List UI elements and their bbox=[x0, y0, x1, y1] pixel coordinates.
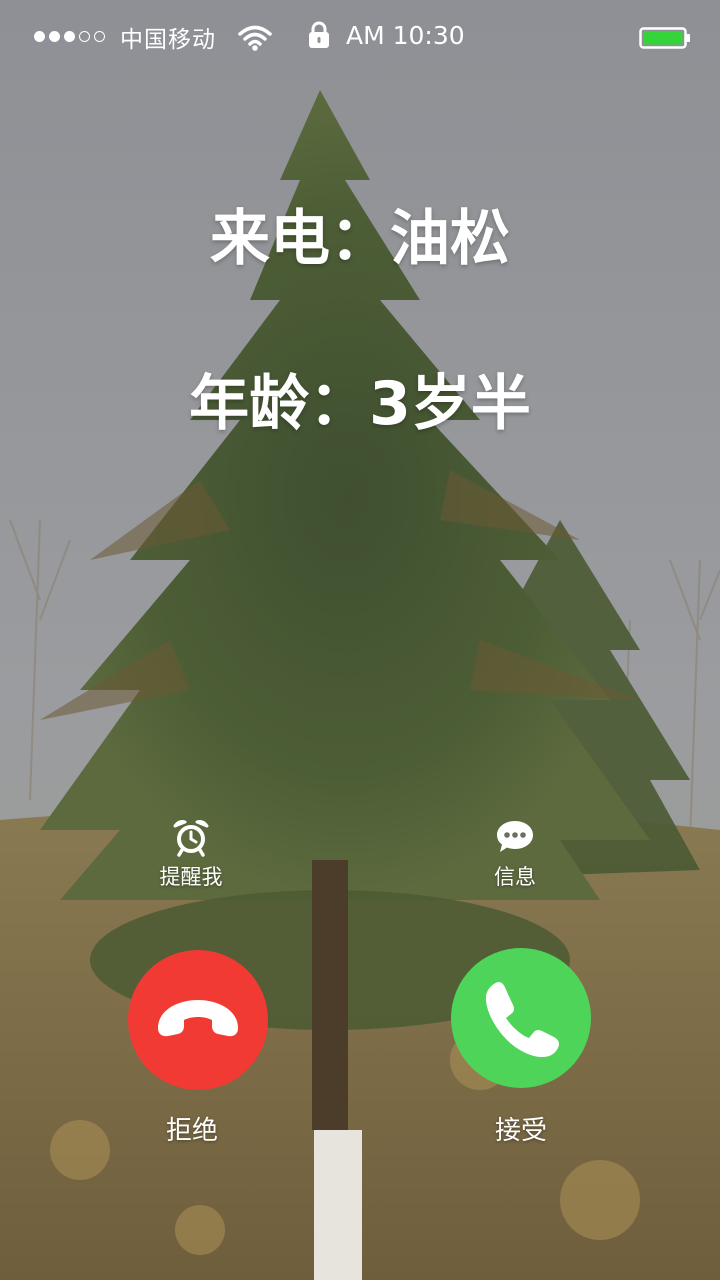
decline-label: 拒绝 bbox=[165, 1116, 218, 1146]
signal-dot bbox=[49, 31, 60, 42]
signal-dot bbox=[79, 31, 90, 42]
remind-me-label: 提醒我 bbox=[159, 865, 223, 889]
signal-dot bbox=[34, 31, 45, 42]
remind-me-button[interactable]: 提醒我 bbox=[131, 817, 251, 891]
alarm-clock-icon bbox=[173, 820, 209, 857]
status-bar: 中国移动 AM 10:30 bbox=[0, 0, 720, 72]
signal-dot bbox=[64, 31, 75, 42]
message-button[interactable]: 信息 bbox=[455, 817, 575, 891]
phone-icon bbox=[485, 982, 559, 1058]
signal-dot bbox=[94, 31, 105, 42]
caller-name: 来电：油松 bbox=[210, 204, 510, 274]
carrier-name: 中国移动 bbox=[120, 27, 216, 53]
clock-time: AM 10:30 bbox=[346, 21, 465, 50]
accept-button[interactable] bbox=[451, 948, 591, 1088]
battery-icon bbox=[639, 27, 690, 49]
hang-up-phone-icon bbox=[158, 1000, 238, 1037]
caller-age: 年龄：3岁半 bbox=[189, 369, 531, 439]
accept-label: 接受 bbox=[494, 1116, 547, 1146]
wifi-icon bbox=[238, 25, 272, 51]
lock-icon bbox=[309, 21, 329, 48]
message-label: 信息 bbox=[494, 865, 536, 889]
chat-bubble-icon bbox=[497, 821, 533, 852]
signal-strength-icon bbox=[34, 31, 105, 42]
decline-button[interactable] bbox=[128, 950, 268, 1090]
